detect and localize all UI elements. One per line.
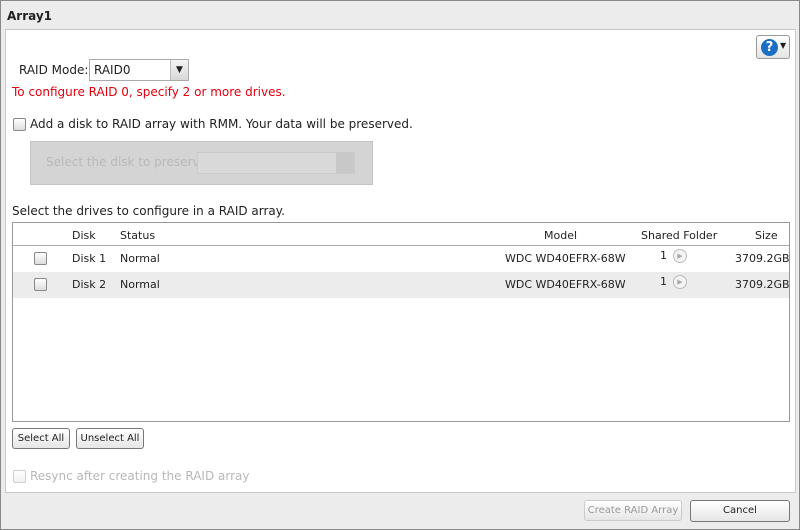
table-row[interactable]: Disk 2 Normal WDC WD40EFRX-68W 1 ▶ 3709.2…	[13, 272, 790, 298]
help-icon: ?	[761, 39, 778, 56]
chevron-down-icon: ▼	[170, 60, 188, 80]
raid-mode-select[interactable]: RAID0 ▼	[89, 59, 189, 81]
status-cell: Normal	[120, 252, 160, 265]
play-icon[interactable]: ▶	[673, 275, 687, 289]
header-size[interactable]: Size	[755, 229, 778, 242]
status-cell: Normal	[120, 278, 160, 291]
shared-cell: 1	[660, 249, 667, 262]
window-title: Array1	[7, 9, 53, 23]
rmm-checkbox[interactable]	[13, 118, 26, 131]
size-cell: 3709.2GB	[735, 252, 790, 265]
warning-text: To configure RAID 0, specify 2 or more d…	[12, 85, 286, 99]
header-model[interactable]: Model	[544, 229, 577, 242]
rmm-label: Add a disk to RAID array with RMM. Your …	[30, 117, 413, 131]
table-row[interactable]: Disk 1 Normal WDC WD40EFRX-68W 1 ▶ 3709.2…	[13, 246, 790, 272]
content-panel: ? ▼ RAID Mode: RAID0 ▼ To configure RAID 0…	[5, 29, 796, 493]
resync-checkbox[interactable]	[13, 470, 26, 483]
header-status[interactable]: Status	[120, 229, 155, 242]
preserve-disk-select[interactable]	[197, 152, 355, 174]
size-cell: 3709.2GB	[735, 278, 790, 291]
chevron-down-icon: ▼	[780, 41, 787, 50]
shared-cell: 1	[660, 275, 667, 288]
model-cell: WDC WD40EFRX-68W	[505, 278, 626, 291]
row-checkbox[interactable]	[34, 278, 47, 291]
row-checkbox[interactable]	[34, 252, 47, 265]
header-shared-folder[interactable]: Shared Folder	[641, 229, 717, 242]
drives-table: Disk Status Model Shared Folder Size Dis…	[12, 222, 790, 422]
help-button[interactable]: ? ▼	[756, 35, 790, 59]
raid-mode-label: RAID Mode:	[19, 63, 89, 77]
table-header: Disk Status Model Shared Folder Size	[13, 223, 789, 246]
select-all-button[interactable]: Select All	[12, 428, 70, 449]
resync-label: Resync after creating the RAID array	[30, 469, 250, 483]
preserve-disk-group: Select the disk to preserve:	[30, 141, 373, 185]
create-raid-array-button[interactable]: Create RAID Array	[584, 500, 682, 521]
drives-label: Select the drives to configure in a RAID…	[12, 204, 285, 218]
chevron-down-icon	[336, 153, 354, 173]
cancel-button[interactable]: Cancel	[690, 500, 790, 522]
disk-cell: Disk 2	[72, 278, 107, 291]
model-cell: WDC WD40EFRX-68W	[505, 252, 626, 265]
unselect-all-button[interactable]: Unselect All	[76, 428, 144, 449]
play-icon[interactable]: ▶	[673, 249, 687, 263]
header-disk[interactable]: Disk	[72, 229, 96, 242]
raid-mode-value: RAID0	[94, 63, 131, 77]
disk-cell: Disk 1	[72, 252, 107, 265]
dialog-window: Array1 ? ▼ RAID Mode: RAID0 ▼ To configure…	[0, 0, 800, 530]
preserve-disk-label: Select the disk to preserve:	[46, 155, 211, 169]
